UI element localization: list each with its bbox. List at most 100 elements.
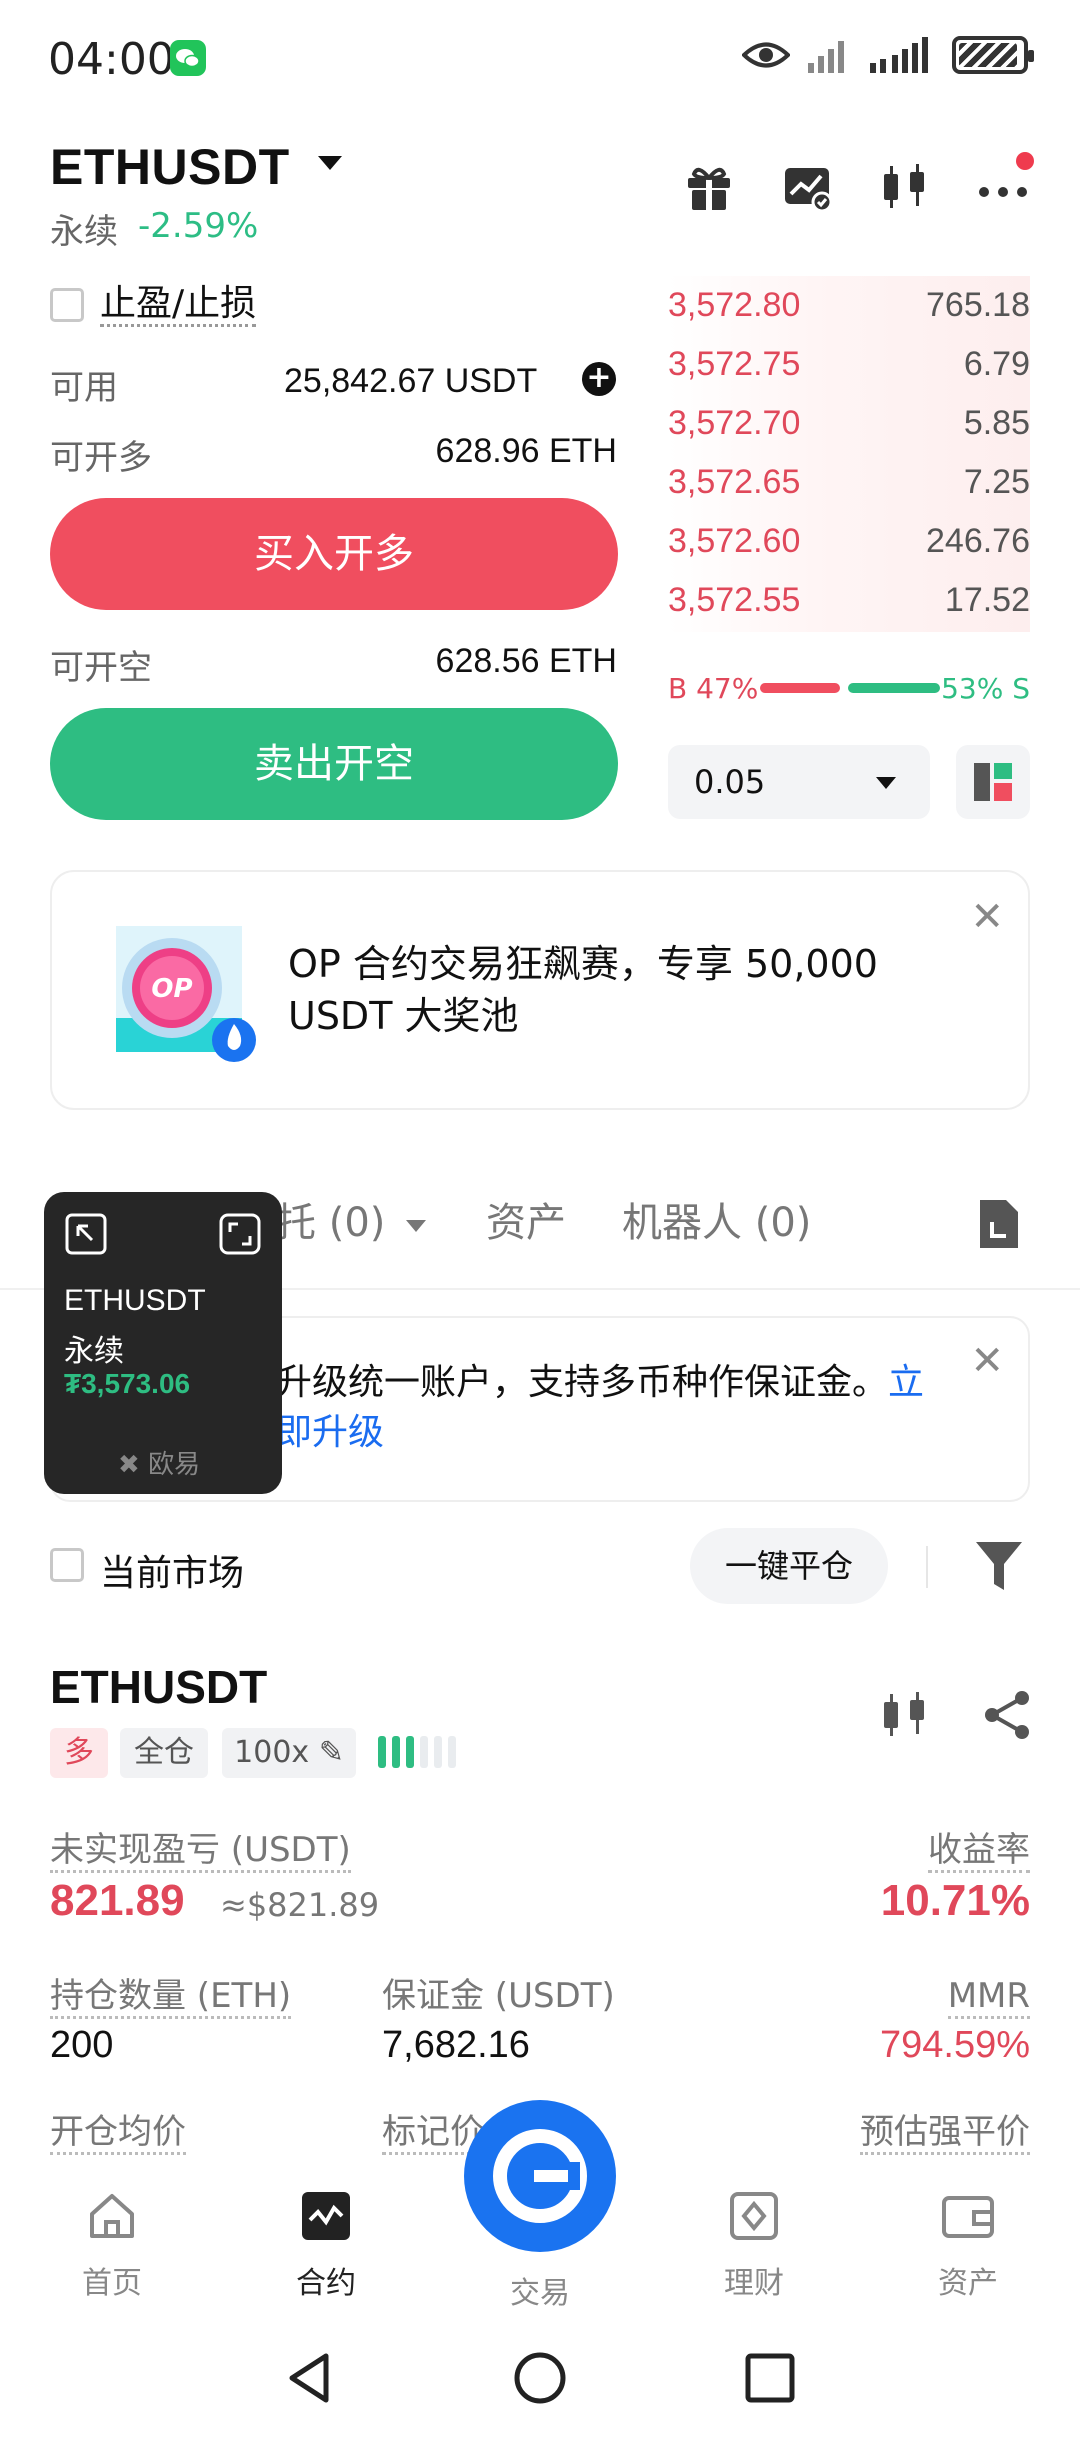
trade-fab-button[interactable] [464, 2100, 616, 2252]
upnl-approx: ≈$821.89 [220, 1886, 380, 1924]
promo-text: OP 合约交易狂飙赛，专享 50,000 USDT 大奖池 [288, 942, 878, 1038]
document-icon[interactable] [976, 1198, 1022, 1250]
okx-trade-icon [493, 2129, 587, 2223]
status-icons [742, 36, 1034, 74]
price-change: -2.59% [138, 206, 259, 246]
promo-coin-label: OP [151, 974, 192, 1004]
buy-long-button[interactable]: 买入开多 [50, 498, 618, 610]
ask-price: 3,572.65 [668, 463, 801, 501]
upgrade-link-continued[interactable]: 即升级 [276, 1412, 384, 1453]
nav-home[interactable]: 首页 [42, 2190, 182, 2302]
order-book-layout-button[interactable] [956, 745, 1030, 819]
ask-size: 765.18 [926, 286, 1030, 324]
home-circle-icon[interactable] [512, 2350, 568, 2406]
chevron-down-icon[interactable] [406, 1220, 426, 1232]
earn-icon [730, 2192, 778, 2240]
home-icon [90, 2194, 134, 2238]
tab-assets[interactable]: 资产 [486, 1190, 566, 1248]
chevron-down-icon [876, 777, 896, 789]
header-actions [684, 152, 1034, 213]
margin-mode-badge[interactable]: 全仓 [120, 1728, 208, 1778]
mmr-label[interactable]: MMR [947, 1976, 1030, 2019]
order-book: 3,572.80 765.18 3,572.75 6.79 3,572.70 5… [668, 276, 1030, 632]
notification-dot [1016, 152, 1034, 170]
recents-icon[interactable] [742, 2350, 798, 2406]
available-value: 25,842.67 USDT [284, 362, 538, 400]
more-icon[interactable] [978, 152, 1034, 212]
wechat-notification-icon [170, 40, 206, 76]
candlestick-icon[interactable] [880, 1690, 930, 1740]
order-book-row[interactable]: 3,572.65 7.25 [668, 463, 1030, 522]
nav-futures-label: 合约 [296, 2266, 356, 2301]
pair-title[interactable]: ETHUSDT [50, 138, 290, 196]
sell-short-button[interactable]: 卖出开空 [50, 708, 618, 820]
futures-icon [302, 2192, 350, 2240]
collapse-window-icon[interactable] [64, 1212, 108, 1256]
notice-message: 升级统一账户，支持多币种作保证金。 [276, 1362, 889, 1403]
tab-orders[interactable]: 托 (0) [276, 1190, 385, 1248]
tpsl-checkbox[interactable] [50, 288, 84, 322]
expand-window-icon[interactable] [218, 1212, 262, 1256]
order-book-row[interactable]: 3,572.55 17.52 [668, 581, 1030, 640]
close-icon[interactable]: ✕ [970, 894, 1004, 940]
filter-icon[interactable] [974, 1538, 1024, 1594]
risk-level-indicator [378, 1736, 456, 1768]
nav-home-label: 首页 [82, 2266, 142, 2301]
ask-price: 3,572.80 [668, 286, 801, 324]
back-icon[interactable] [282, 2350, 338, 2406]
depth-value: 0.05 [694, 763, 766, 801]
edit-icon: ✎ [318, 1735, 344, 1770]
sell-ratio: 53% S [941, 672, 1030, 705]
order-book-row[interactable]: 3,572.75 6.79 [668, 345, 1030, 404]
current-market-checkbox[interactable] [50, 1548, 84, 1582]
liq-price-label[interactable]: 预估强平价 [860, 2112, 1030, 2155]
order-book-row[interactable]: 3,572.60 246.76 [668, 522, 1030, 581]
signal-icon [808, 41, 844, 73]
upnl-value: 821.89 [50, 1876, 185, 1925]
signal-icon-2 [870, 37, 928, 73]
entry-price-label[interactable]: 开仓均价 [50, 2112, 186, 2155]
contract-type-label: 永续 [50, 212, 118, 252]
close-all-button[interactable]: 一键平仓 [690, 1528, 888, 1604]
wallet-icon [942, 2196, 994, 2238]
roe-label[interactable]: 收益率 [928, 1830, 1030, 1873]
share-icon[interactable] [982, 1690, 1032, 1740]
pip-pair: ETHUSDT [64, 1284, 206, 1317]
close-icon[interactable]: ✕ [970, 1338, 1004, 1384]
eye-icon [742, 42, 790, 68]
open-short-value: 628.56 ETH [435, 642, 617, 680]
ask-size: 7.25 [963, 463, 1030, 501]
order-book-row[interactable]: 3,572.70 5.85 [668, 404, 1030, 463]
floating-price-window[interactable]: ETHUSDT 永续 ₮3,573.06 ✖ 欧易 [44, 1192, 282, 1494]
tab-bots[interactable]: 机器人 (0) [622, 1190, 811, 1248]
gift-icon[interactable] [684, 162, 734, 212]
size-label[interactable]: 持仓数量 (ETH) [50, 1976, 292, 2019]
chart-image-icon[interactable] [782, 162, 833, 213]
chevron-down-icon[interactable] [318, 156, 342, 170]
candlestick-icon[interactable] [880, 162, 930, 212]
nav-earn-label: 理财 [724, 2266, 784, 2301]
upnl-label[interactable]: 未实现盈亏 (USDT) [50, 1830, 351, 1873]
current-market-label[interactable]: 当前市场 [100, 1544, 244, 1596]
nav-assets[interactable]: 资产 [898, 2190, 1038, 2302]
promo-banner[interactable]: OP OP 合约交易狂飙赛，专享 50,000 USDT 大奖池 ✕ [50, 870, 1030, 1110]
ask-price: 3,572.75 [668, 345, 801, 383]
pip-price: ₮3,573.06 [64, 1368, 191, 1399]
pip-brand: ✖ 欧易 [118, 1450, 201, 1480]
nav-earn[interactable]: 理财 [684, 2190, 824, 2302]
tpsl-label[interactable]: 止盈/止损 [100, 284, 257, 327]
plus-icon[interactable]: + [582, 362, 616, 396]
layout-icon [974, 763, 1012, 801]
leverage-badge[interactable]: 100x ✎ [222, 1728, 356, 1778]
margin-label: 保证金 (USDT) [382, 1976, 615, 2016]
nav-futures[interactable]: 合约 [256, 2190, 396, 2302]
ask-price: 3,572.60 [668, 522, 801, 560]
notice-text: 升级统一账户，支持多币种作保证金。立即升级 [276, 1358, 976, 1458]
order-book-row[interactable]: 3,572.80 765.18 [668, 286, 1030, 345]
upgrade-link[interactable]: 立 [888, 1362, 924, 1403]
nav-trade[interactable]: 交易 [470, 2268, 610, 2312]
depth-select[interactable]: 0.05 [668, 745, 930, 819]
ask-price: 3,572.70 [668, 404, 801, 442]
buy-ratio-bar [760, 683, 840, 693]
available-label: 可用 [50, 368, 118, 408]
